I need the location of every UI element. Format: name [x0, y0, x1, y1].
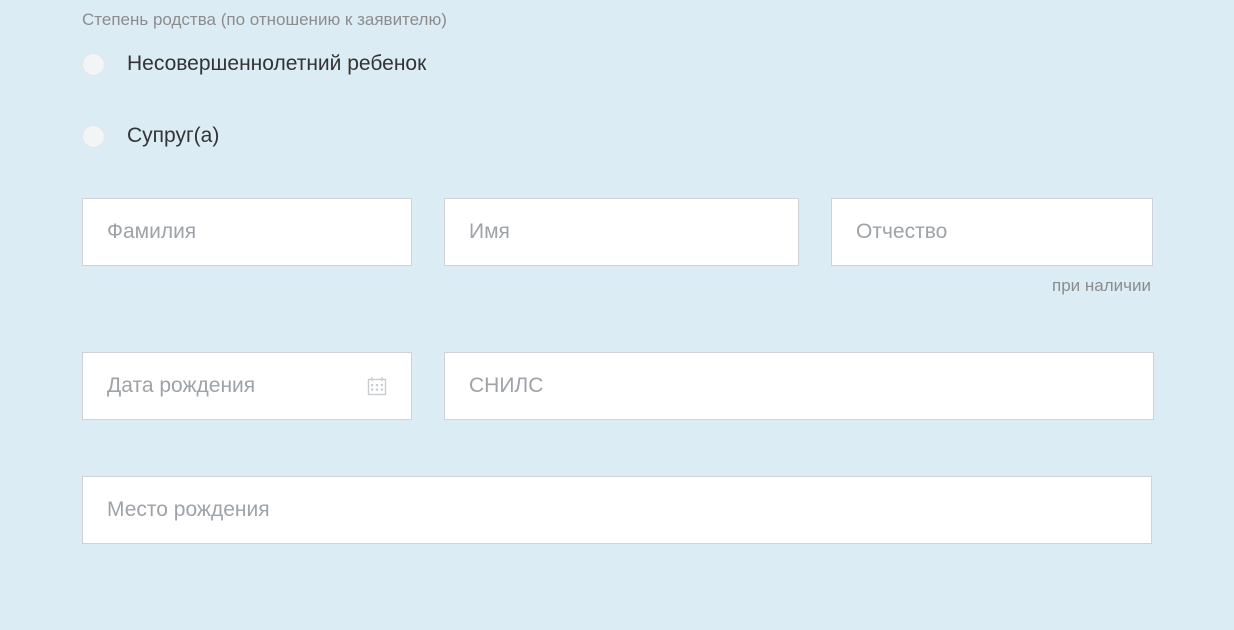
- radio-label-spouse: Супруг(а): [127, 124, 219, 148]
- radio-option-spouse[interactable]: Супруг(а): [82, 124, 1152, 148]
- relationship-section-label: Степень родства (по отношению к заявител…: [82, 10, 1152, 30]
- snils-placeholder: СНИЛС: [469, 374, 1129, 398]
- row-birthplace: Место рождения: [82, 476, 1152, 544]
- patronymic-placeholder: Отчество: [856, 220, 1128, 244]
- field-wrap-dob: Дата рождения: [82, 352, 412, 420]
- radio-circle-spouse[interactable]: [82, 125, 105, 148]
- firstname-input[interactable]: Имя: [444, 198, 799, 266]
- field-wrap-patronymic: Отчество при наличии: [831, 198, 1153, 296]
- radio-circle-child[interactable]: [82, 53, 105, 76]
- birthplace-input[interactable]: Место рождения: [82, 476, 1152, 544]
- snils-input[interactable]: СНИЛС: [444, 352, 1154, 420]
- form-container: Степень родства (по отношению к заявител…: [82, 10, 1152, 544]
- field-wrap-birthplace: Место рождения: [82, 476, 1152, 544]
- field-wrap-lastname: Фамилия: [82, 198, 412, 296]
- patronymic-input[interactable]: Отчество: [831, 198, 1153, 266]
- lastname-input[interactable]: Фамилия: [82, 198, 412, 266]
- field-wrap-firstname: Имя: [444, 198, 799, 296]
- lastname-placeholder: Фамилия: [107, 220, 387, 244]
- calendar-icon[interactable]: [367, 376, 387, 396]
- birthplace-placeholder: Место рождения: [107, 498, 1127, 522]
- field-wrap-snils: СНИЛС: [444, 352, 1154, 420]
- dob-input[interactable]: Дата рождения: [82, 352, 412, 420]
- firstname-placeholder: Имя: [469, 220, 774, 244]
- patronymic-helper: при наличии: [831, 276, 1153, 296]
- row-dob-snils: Дата рождения: [82, 352, 1152, 420]
- row-name: Фамилия Имя Отчество при наличии: [82, 198, 1152, 296]
- dob-placeholder: Дата рождения: [107, 374, 367, 398]
- radio-label-child: Несовершеннолетний ребенок: [127, 52, 426, 76]
- radio-option-child[interactable]: Несовершеннолетний ребенок: [82, 52, 1152, 76]
